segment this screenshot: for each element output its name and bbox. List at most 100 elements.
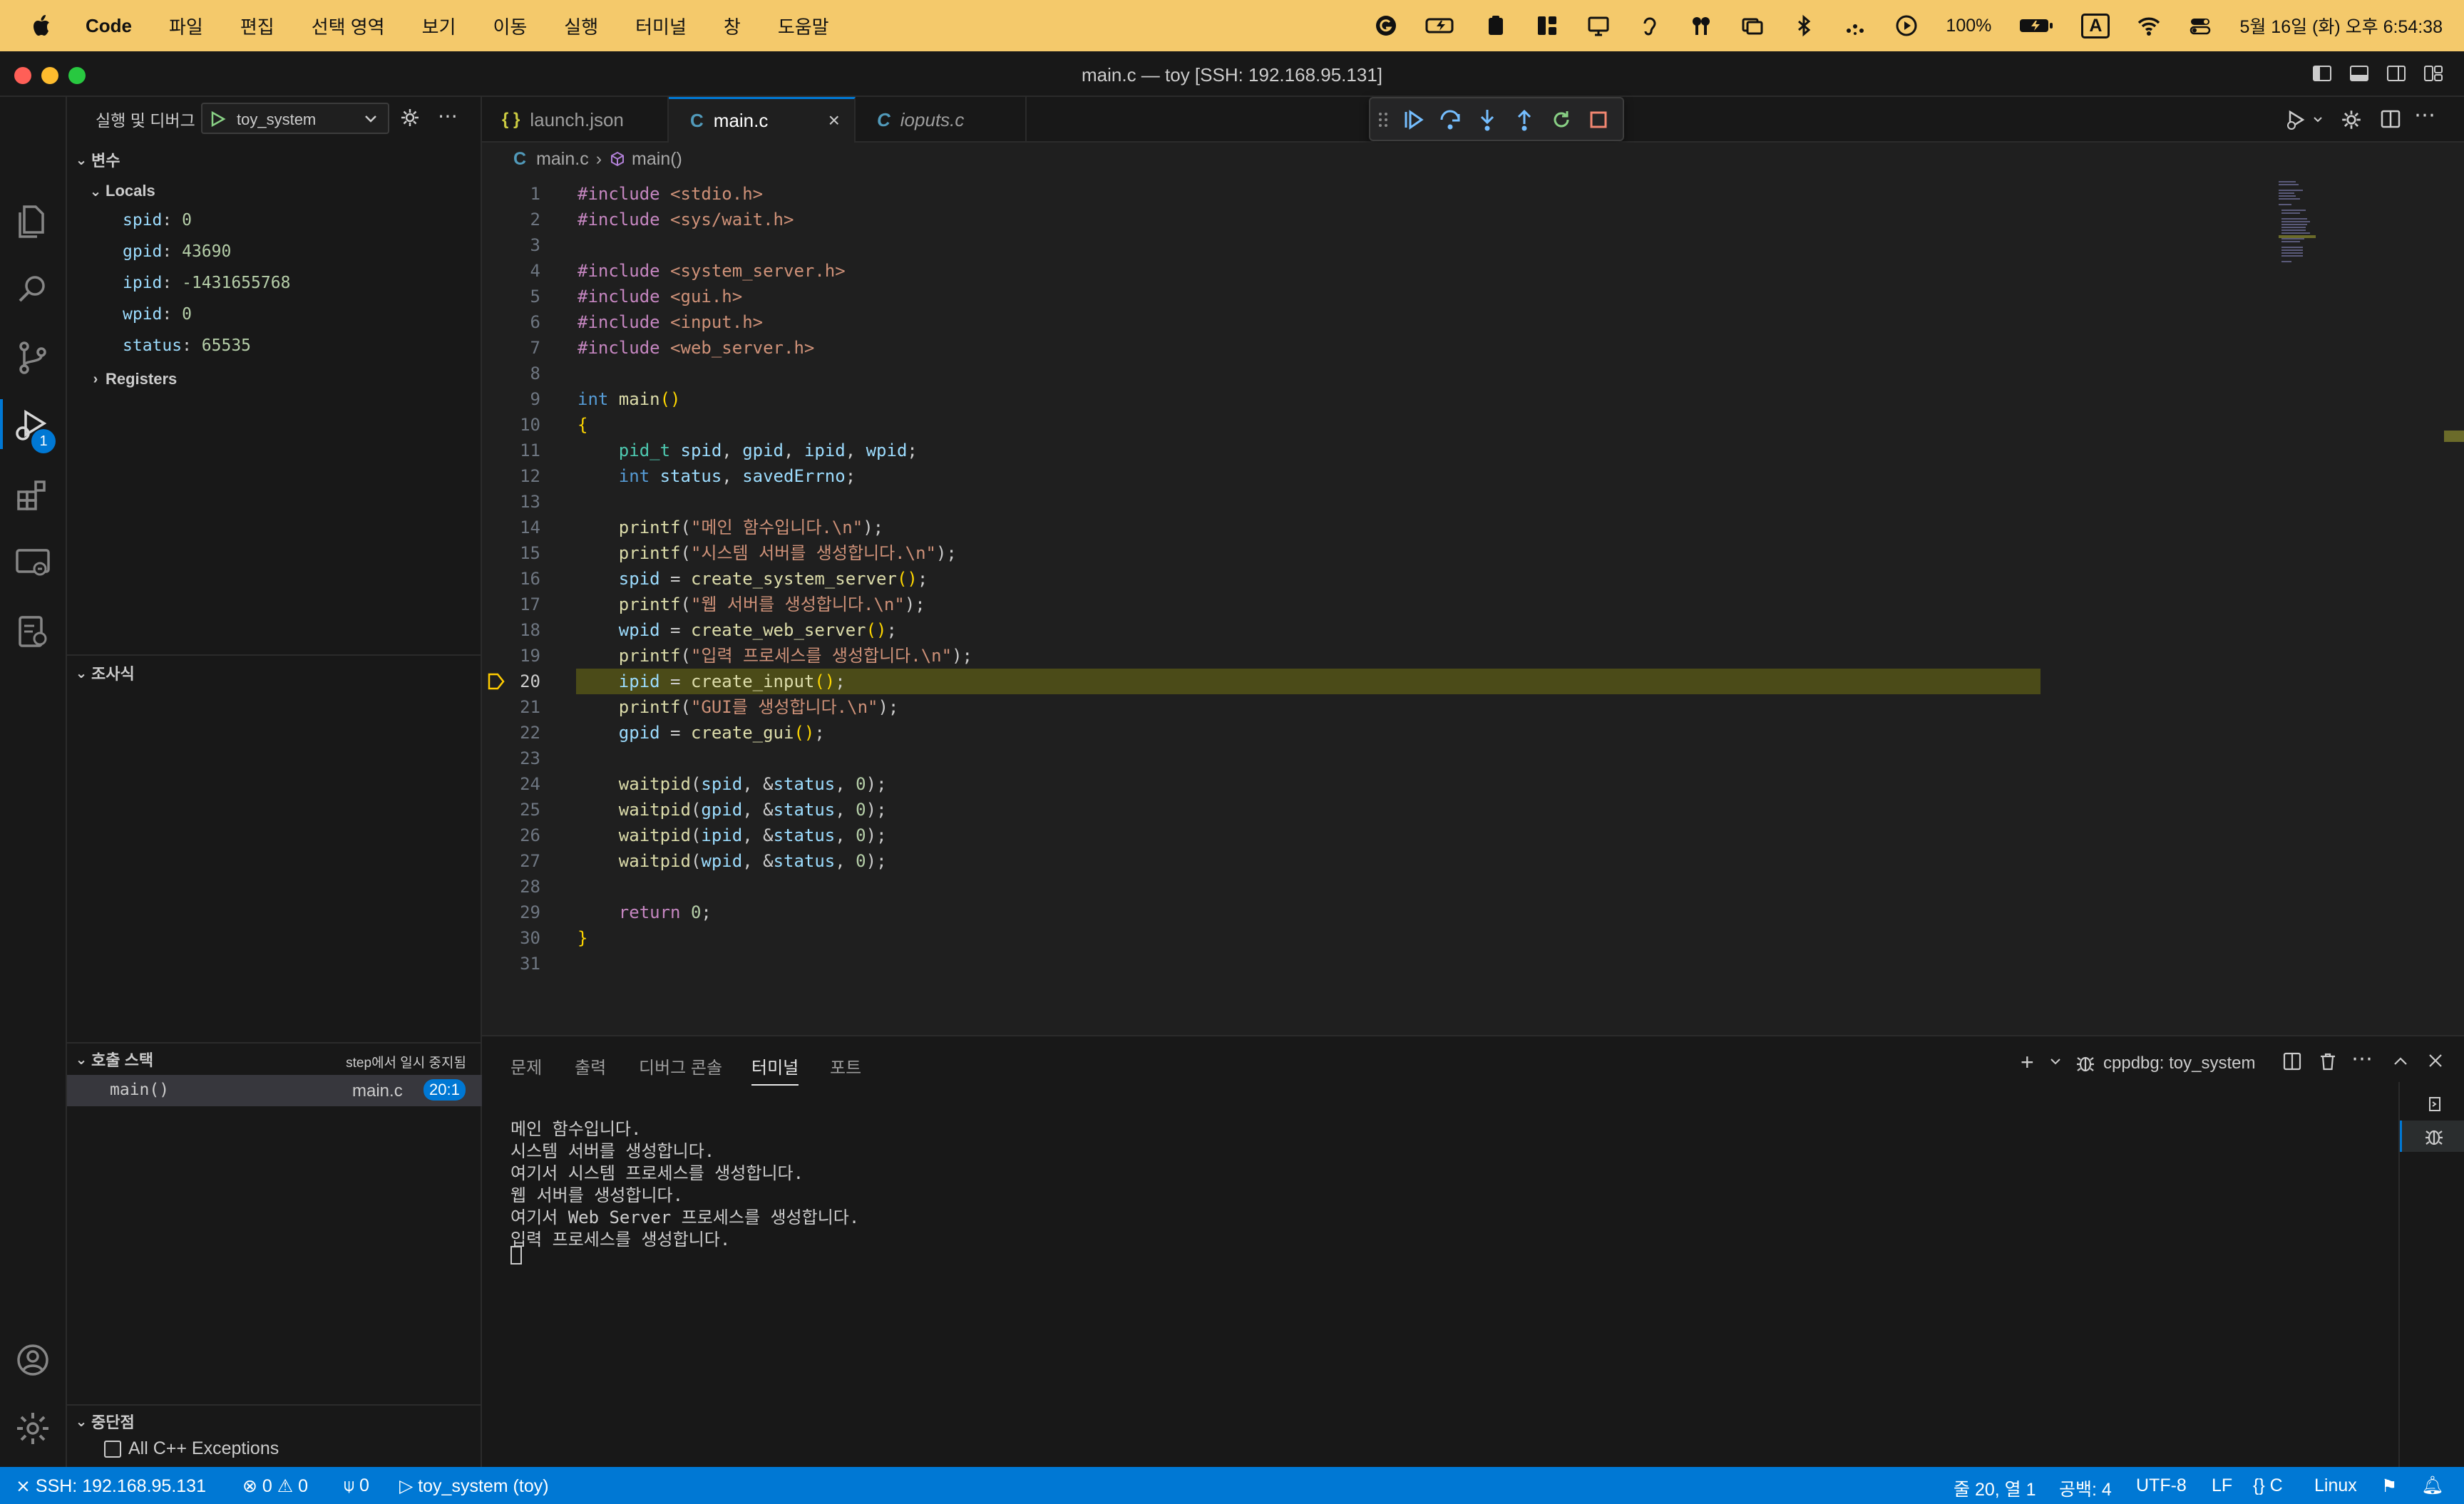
menu-run[interactable]: 실행 — [564, 13, 598, 39]
search-icon[interactable] — [11, 268, 56, 312]
new-terminal-plus-icon[interactable]: + — [2021, 1049, 2034, 1076]
step-over-icon[interactable] — [1437, 107, 1463, 133]
code-line[interactable]: pid_t spid, gpid, ipid, wpid; — [578, 438, 918, 463]
code-line[interactable]: #include <system_server.h> — [578, 258, 846, 284]
code-line[interactable]: printf("시스템 서버를 생성합니다.\n"); — [578, 540, 957, 566]
airpods-icon[interactable] — [1689, 14, 1713, 38]
layout-grid-icon[interactable] — [1535, 14, 1559, 38]
step-out-icon[interactable] — [1511, 107, 1537, 133]
control-center-icon[interactable] — [2188, 14, 2212, 38]
panel-more-icon[interactable]: ⋯ — [2351, 1046, 2373, 1071]
menu-file[interactable]: 파일 — [169, 13, 203, 39]
trash-icon[interactable] — [2317, 1051, 2339, 1072]
wifi-icon[interactable] — [2137, 14, 2161, 38]
start-debugging-icon[interactable] — [208, 110, 227, 128]
menu-help[interactable]: 도움말 — [778, 13, 829, 39]
callstack-frame-row[interactable]: main() main.c 20:1 — [67, 1075, 482, 1106]
code-line[interactable]: printf("입력 프로세스를 생성합니다.\n"); — [578, 643, 972, 669]
battery-percent[interactable]: 100% — [1946, 16, 1991, 36]
maximize-panel-icon[interactable] — [2391, 1052, 2410, 1071]
code-editor[interactable]: 1 #include <stdio.h> 2 #include <sys/wait.h… — [482, 175, 2464, 1035]
menu-terminal[interactable]: 터미널 — [635, 13, 687, 39]
remote-explorer-icon[interactable] — [11, 542, 56, 586]
menubar-clock[interactable]: 5월 16일 (화) 오후 6:54:38 — [2239, 13, 2443, 38]
code-line[interactable]: waitpid(gpid, &status, 0); — [578, 797, 887, 823]
code-line[interactable]: gpid = create_gui(); — [578, 720, 825, 746]
locals-scope[interactable]: ⌄ Locals — [67, 175, 482, 207]
extensions-icon[interactable] — [11, 473, 56, 517]
code-line[interactable]: ipid = create_input(); — [578, 669, 846, 694]
problems-indicator[interactable]: ⊗ 0 ⚠ 0 — [242, 1475, 308, 1497]
grammarly-icon[interactable] — [1374, 14, 1398, 38]
toggle-panel-icon[interactable] — [2348, 63, 2370, 84]
tab-terminal[interactable]: 터미널 — [751, 1054, 799, 1086]
menu-window[interactable]: 창 — [724, 13, 741, 39]
variable-row[interactable]: ipid: -1431655768 — [123, 274, 290, 292]
code-line[interactable]: wpid = create_web_server(); — [578, 617, 897, 643]
toggle-primary-sidebar-icon[interactable] — [2311, 63, 2333, 84]
terminal-list-item-active[interactable] — [2400, 1121, 2464, 1152]
code-line[interactable]: #include <sys/wait.h> — [578, 207, 794, 232]
split-editor-icon[interactable] — [2380, 108, 2401, 130]
ports-indicator[interactable]: ⍦ 0 — [344, 1475, 369, 1496]
code-line[interactable]: #include <input.h> — [578, 309, 763, 335]
tab-ioputs-c[interactable]: C ioputs.c — [856, 97, 1027, 143]
close-panel-icon[interactable] — [2426, 1051, 2445, 1071]
breakpoint-item[interactable]: All C++ Exceptions — [104, 1438, 279, 1459]
callstack-section-header[interactable]: ⌄ 호출 스택 step에서 일시 중지됨 — [67, 1044, 482, 1075]
step-into-icon[interactable] — [1474, 107, 1500, 133]
cursor-position[interactable]: 줄 20, 열 1 — [1954, 1475, 2036, 1501]
drag-handle-icon[interactable] — [1376, 107, 1390, 133]
testing-icon[interactable] — [11, 610, 56, 654]
tab-debug-console[interactable]: 디버그 콘솔 — [639, 1054, 722, 1078]
variable-row[interactable]: status: 65535 — [123, 336, 251, 355]
stop-icon[interactable] — [1586, 107, 1611, 133]
menu-app-name[interactable]: Code — [86, 15, 132, 37]
editor-more-icon[interactable]: ⋯ — [2414, 103, 2435, 128]
code-line[interactable]: printf("웹 서버를 생성합니다.\n"); — [578, 592, 925, 617]
breadcrumb-symbol[interactable]: main() — [632, 149, 682, 170]
customize-layout-icon[interactable] — [2423, 63, 2444, 84]
registers-scope[interactable]: › Registers — [67, 364, 482, 395]
code-line[interactable]: waitpid(spid, &status, 0); — [578, 771, 887, 797]
end-of-line[interactable]: LF — [2212, 1475, 2232, 1496]
remote-indicator[interactable]: ⨯ SSH: 192.168.95.131 — [16, 1475, 206, 1497]
variable-row[interactable]: gpid: 43690 — [123, 242, 231, 261]
code-line[interactable]: } — [578, 925, 587, 951]
display-icon[interactable] — [1740, 14, 1765, 38]
encoding[interactable]: UTF-8 — [2136, 1475, 2187, 1496]
code-line[interactable]: { — [578, 412, 587, 438]
terminal-session-name[interactable]: cppdbg: toy_system — [2103, 1054, 2255, 1073]
tab-output[interactable]: 출력 — [575, 1054, 606, 1078]
more-actions-icon[interactable]: ⋯ — [438, 104, 458, 128]
tab-main-c[interactable]: C main.c × — [669, 97, 856, 143]
code-line[interactable]: #include <web_server.h> — [578, 335, 814, 361]
feedback-icon[interactable]: ⚑ — [2381, 1475, 2397, 1497]
code-line[interactable]: return 0; — [578, 900, 712, 925]
manage-gear-icon[interactable] — [11, 1407, 56, 1451]
code-line[interactable]: printf("메인 함수입니다.\n"); — [578, 515, 883, 540]
code-line[interactable]: int main() — [578, 386, 681, 412]
indentation[interactable]: 공백: 4 — [2059, 1475, 2112, 1501]
tab-launch-json[interactable]: { } launch.json — [482, 97, 669, 143]
breakpoints-section-header[interactable]: ⌄ 중단점 — [67, 1406, 482, 1437]
explorer-icon[interactable] — [11, 200, 56, 244]
chevron-down-icon[interactable] — [2048, 1054, 2063, 1069]
code-line[interactable]: waitpid(ipid, &status, 0); — [578, 823, 887, 848]
hearing-icon[interactable] — [1638, 14, 1662, 38]
language-mode[interactable]: {} C — [2253, 1475, 2283, 1496]
tab-problems[interactable]: 문제 — [510, 1054, 542, 1078]
editor-settings-gear-icon[interactable] — [2340, 108, 2363, 131]
source-control-icon[interactable] — [11, 336, 56, 381]
platform-label[interactable]: Linux — [2314, 1475, 2357, 1496]
accounts-icon[interactable] — [11, 1339, 56, 1383]
tab-ports[interactable]: 포트 — [830, 1054, 861, 1078]
code-line[interactable]: #include <gui.h> — [578, 284, 742, 309]
toggle-secondary-sidebar-icon[interactable] — [2386, 63, 2407, 84]
variables-section-header[interactable]: ⌄ 변수 — [67, 144, 482, 175]
menu-view[interactable]: 보기 — [422, 13, 456, 39]
continue-icon[interactable] — [1400, 107, 1426, 133]
battery-charge-icon[interactable] — [1425, 14, 1457, 38]
variable-row[interactable]: spid: 0 — [123, 211, 192, 230]
play-circle-icon[interactable] — [1894, 14, 1919, 38]
